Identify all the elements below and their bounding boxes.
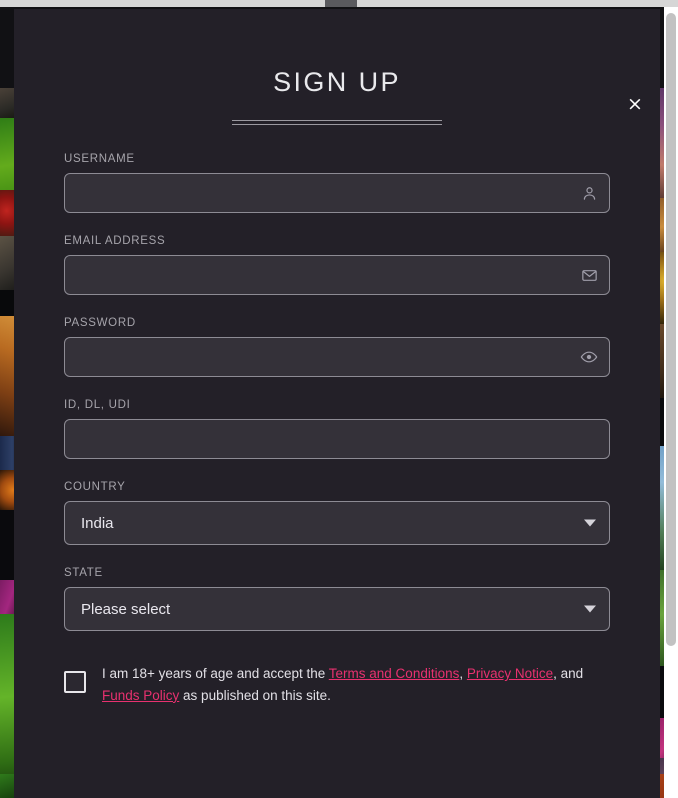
privacy-notice-link[interactable]: Privacy Notice xyxy=(467,666,553,681)
field-country: COUNTRY India xyxy=(64,481,610,545)
terms-checkbox[interactable] xyxy=(64,671,86,693)
label-email: EMAIL ADDRESS xyxy=(64,235,166,247)
terms-text-after: as published on this site. xyxy=(179,687,331,703)
screen: × SIGN UP USERNAME EMAIL ADDRESS PASSWOR… xyxy=(0,0,678,798)
field-id-dl-udi: ID, DL, UDI xyxy=(64,399,610,459)
field-username: USERNAME xyxy=(64,153,610,213)
label-password: PASSWORD xyxy=(64,317,136,329)
label-username: USERNAME xyxy=(64,153,135,165)
signup-modal: × SIGN UP USERNAME EMAIL ADDRESS PASSWOR… xyxy=(14,9,660,798)
terms-separator-1: , xyxy=(459,666,467,681)
horizontal-scrollbar-thumb[interactable] xyxy=(325,0,357,7)
username-input[interactable] xyxy=(64,173,610,213)
label-id-dl-udi: ID, DL, UDI xyxy=(64,399,131,411)
country-select[interactable]: India xyxy=(64,501,610,545)
terms-text-before: I am 18+ years of age and accept the xyxy=(102,666,329,681)
close-icon[interactable]: × xyxy=(622,91,648,117)
page-title: SIGN UP xyxy=(273,67,401,97)
field-state: STATE Please select xyxy=(64,567,610,631)
terms-text: I am 18+ years of age and accept the Ter… xyxy=(102,663,610,707)
field-password: PASSWORD xyxy=(64,317,610,377)
vertical-scrollbar[interactable] xyxy=(664,7,678,798)
id-dl-udi-input[interactable] xyxy=(64,419,610,459)
funds-policy-link[interactable]: Funds Policy xyxy=(102,688,179,703)
terms-and-conditions-link[interactable]: Terms and Conditions xyxy=(329,666,460,681)
title-divider xyxy=(232,120,442,125)
state-select[interactable]: Please select xyxy=(64,587,610,631)
email-input[interactable] xyxy=(64,255,610,295)
label-state: STATE xyxy=(64,567,103,579)
password-input[interactable] xyxy=(64,337,610,377)
signup-form: USERNAME EMAIL ADDRESS PASSWORD ID, DL, … xyxy=(64,153,610,713)
label-country: COUNTRY xyxy=(64,481,126,493)
terms-row: I am 18+ years of age and accept the Ter… xyxy=(64,663,610,713)
eye-icon[interactable] xyxy=(580,348,598,366)
field-email: EMAIL ADDRESS xyxy=(64,235,610,295)
vertical-scrollbar-thumb[interactable] xyxy=(666,13,676,646)
terms-separator-2: , and xyxy=(553,666,584,681)
horizontal-scrollbar[interactable] xyxy=(0,0,678,7)
